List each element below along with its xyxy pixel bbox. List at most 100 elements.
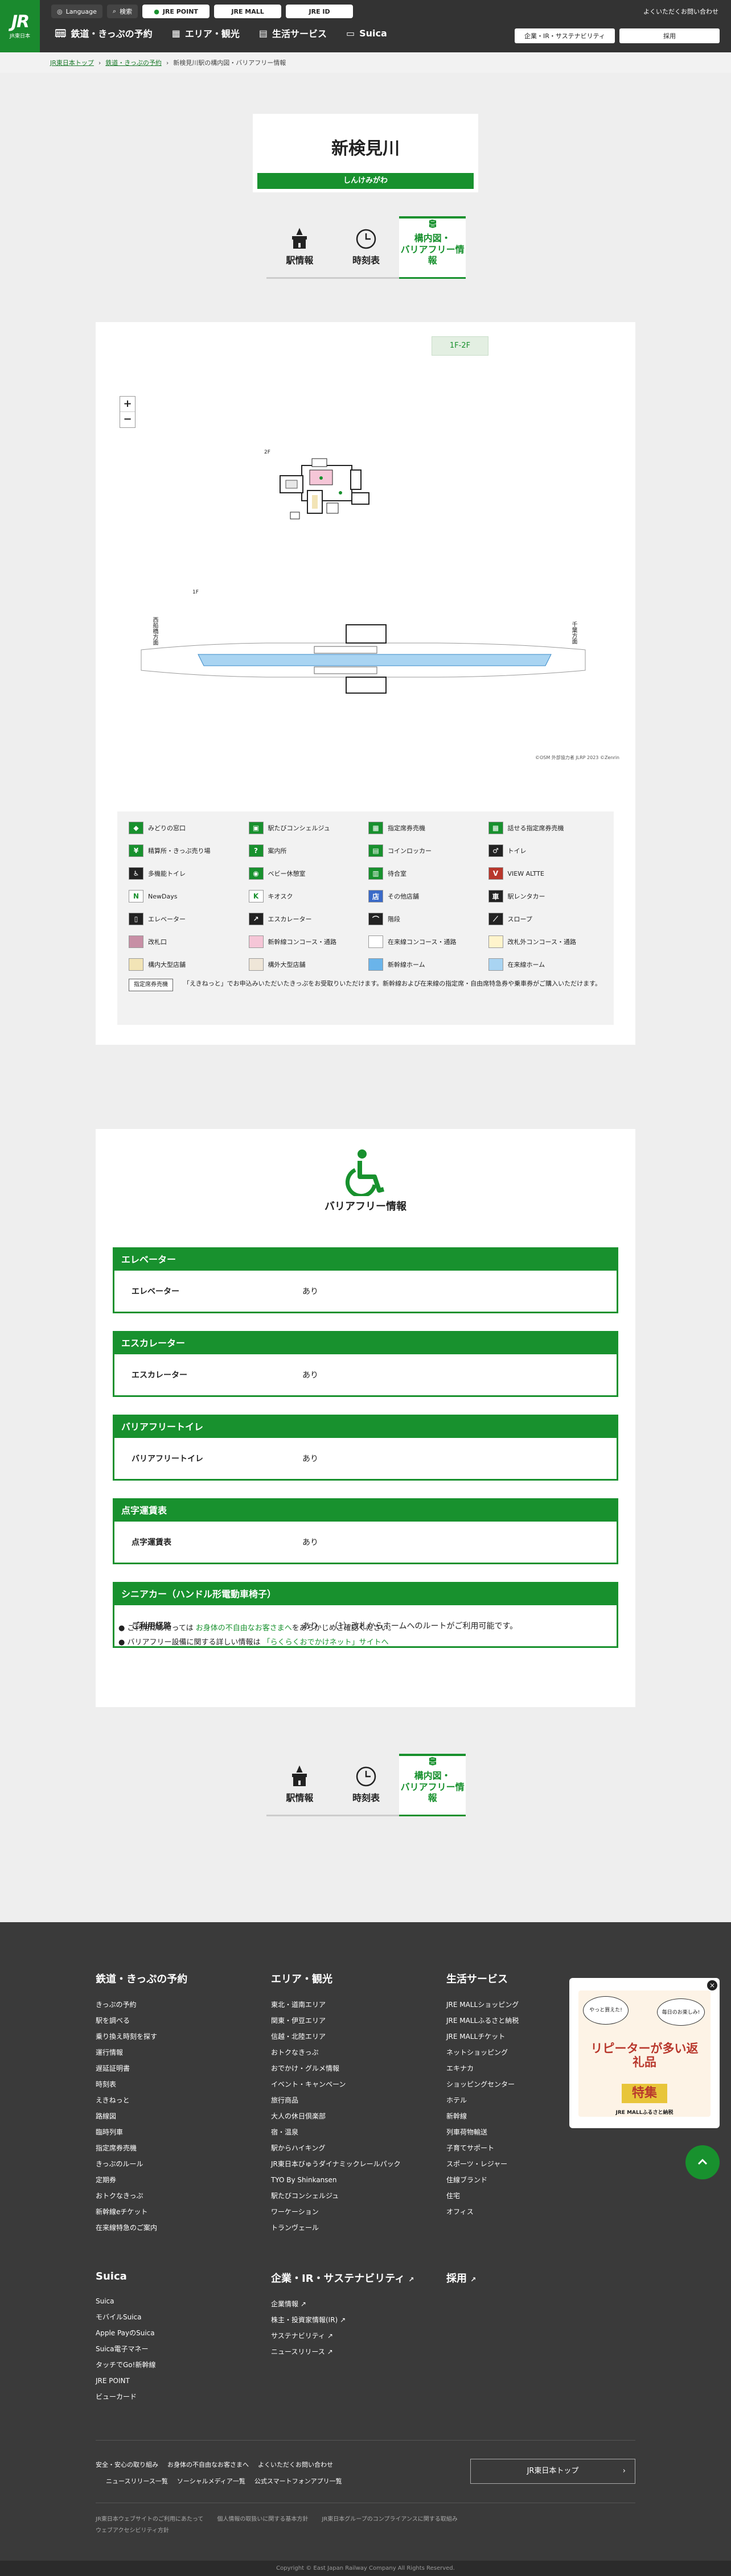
footer-recruit-title[interactable]: 採用 ↗ [446,2270,476,2285]
footer-link[interactable]: 信越・北陸エリア [271,2033,401,2041]
floating-ad-banner[interactable]: × やっと買えた! 毎日のお楽しみ! リピーターが多い返礼品 特集 JRE MA… [569,1978,720,2128]
footer-suica-title[interactable]: Suica [96,2270,155,2282]
scroll-top-button[interactable] [685,2145,720,2179]
jre-mall-button[interactable]: JRE MALL [214,5,282,18]
footer-link[interactable]: Apple PayのSuica [96,2329,155,2338]
footer-link[interactable]: 在来線特急のご案内 [96,2224,187,2232]
floor-button[interactable]: 1F-2F [432,336,488,356]
footer-link[interactable]: 駅たびコンシェルジュ [271,2192,401,2200]
footer-link[interactable]: 遅延証明書 [96,2064,187,2073]
footer-link[interactable]: おでかけ・グルメ情報 [271,2064,401,2073]
close-icon[interactable]: × [707,1980,717,1990]
footer-link[interactable]: イベント・キャンペーン [271,2080,401,2089]
language-button[interactable]: ◎ Language [51,5,102,18]
nav-life[interactable]: ▤ 生活サービス [259,26,327,40]
footer-bottom-link[interactable]: ニュースリリース一覧 [106,2476,168,2486]
tab-timetable[interactable]: 時刻表 [332,1754,400,1816]
footer-link[interactable]: 新幹線eチケット [96,2208,187,2216]
footer-link[interactable]: 路線図 [96,2112,187,2121]
footer-link[interactable]: ビューカード [96,2393,155,2401]
tab-map-barrierfree[interactable]: 構内図・ バリアフリー情報 [399,216,466,279]
footer-link[interactable]: 列車荷物輸送 [446,2128,519,2137]
footer-link[interactable]: サステナビリティ ↗ [271,2332,414,2340]
footer-link[interactable]: オフィス [446,2208,519,2216]
footer-link[interactable]: ネットショッピング [446,2049,519,2057]
footer-link[interactable]: 宿・温泉 [271,2128,401,2137]
footer-link[interactable]: モバイルSuica [96,2313,155,2322]
footer-link[interactable]: トランヴェール [271,2224,401,2232]
footer-link[interactable]: えきねっと [96,2096,187,2105]
footer-link[interactable]: きっぷのルール [96,2160,187,2169]
jre-id-button[interactable]: JRE ID [286,5,354,18]
footer-col-life-title[interactable]: 生活サービス [446,1971,519,1986]
recruit-button[interactable]: 採用 [619,28,720,43]
nav-area[interactable]: ▦ エリア・観光 [172,26,240,40]
footer-small-link[interactable]: 個人情報の取扱いに関する基本方針 [217,2514,308,2523]
corp-button[interactable]: 企業・IR・サステナビリティ [515,28,615,43]
footer-link[interactable]: 新幹線 [446,2112,519,2121]
footer-bottom-link[interactable]: ソーシャルメディア一覧 [177,2476,245,2486]
footer-top-button[interactable]: JR東日本トップ › [470,2459,635,2484]
footer-link[interactable]: ニュースリリース ↗ [271,2348,414,2356]
footer-link[interactable]: 株主・投資家情報(IR) ↗ [271,2316,414,2324]
tab-station-info[interactable]: 駅情報 [266,1754,333,1816]
jr-logo[interactable]: JR JR東日本 [0,0,40,52]
footer-bottom-link[interactable]: 公式スマートフォンアプリ一覧 [254,2476,342,2486]
footer-bottom-link[interactable]: お身体の不自由なお客さまへ [167,2460,249,2469]
footer-link[interactable]: Suica電子マネー [96,2345,155,2354]
footer-link[interactable]: 関東・伊豆エリア [271,2017,401,2025]
footer-link[interactable]: 指定席券売機 [96,2144,187,2153]
footer-link[interactable]: ショッピングセンター [446,2080,519,2089]
footer-link[interactable]: 子育てサポート [446,2144,519,2153]
note2-link[interactable]: 「らくらくおでかけネット」サイトへ [263,1638,389,1647]
footer-link[interactable]: 乗り換え時刻を探す [96,2033,187,2041]
search-button[interactable]: ⌕ 検索 [106,5,138,18]
footer-link[interactable]: 東北・道南エリア [271,2001,401,2009]
zoom-out-button[interactable]: − [120,412,135,427]
zoom-in-button[interactable]: + [120,397,135,412]
footer-link[interactable]: JR東日本びゅうダイナミックレールパック [271,2160,401,2169]
footer-link[interactable]: タッチでGo!新幹線 [96,2361,155,2369]
footer-link[interactable]: スポーツ・レジャー [446,2160,519,2169]
footer-link[interactable]: 運行情報 [96,2049,187,2057]
breadcrumb-rail[interactable]: 鉄道・きっぷの予約 [105,58,162,67]
footer-link[interactable]: 大人の休日倶楽部 [271,2112,401,2121]
footer-small-link[interactable]: JR東日本ウェブサイトのご利用にあたって [96,2514,203,2523]
footer-link[interactable]: 旅行商品 [271,2096,401,2105]
footer-link[interactable]: おトクなきっぷ [271,2049,401,2057]
footer-col-area-title[interactable]: エリア・観光 [271,1971,401,1986]
footer-bottom-link[interactable]: よくいただくお問い合わせ [258,2460,333,2469]
footer-corp-title[interactable]: 企業・IR・サステナビリティ ↗ [271,2270,414,2285]
footer-link[interactable]: Suica [96,2297,155,2306]
jre-point-button[interactable]: ● JRE POINT [142,5,210,18]
footer-link[interactable]: JRE MALLチケット [446,2033,519,2041]
footer-link[interactable]: 駅を調べる [96,2017,187,2025]
tab-station-info[interactable]: 駅情報 [266,216,333,279]
footer-link[interactable]: きっぷの予約 [96,2001,187,2009]
footer-link[interactable]: JRE MALLショッピング [446,2001,519,2009]
tab-map-barrierfree[interactable]: 構内図・ バリアフリー情報 [399,1754,466,1816]
footer-link[interactable]: 企業情報 ↗ [271,2300,414,2309]
station-floor-map[interactable] [118,436,613,755]
note1-link[interactable]: お身体の不自由なお客さまへ [196,1624,292,1633]
footer-link[interactable]: TYO By Shinkansen [271,2176,401,2185]
footer-link[interactable]: 臨時列車 [96,2128,187,2137]
footer-small-link[interactable]: JR東日本グループのコンプライアンスに関する取組み [322,2514,457,2523]
footer-col-rail-title[interactable]: 鉄道・きっぷの予約 [96,1971,187,1986]
footer-bottom-link[interactable]: 安全・安心の取り組み [96,2460,158,2469]
footer-link[interactable]: JRE POINT [96,2377,155,2385]
footer-link[interactable]: おトクなきっぷ [96,2192,187,2200]
nav-rail[interactable]: 🚃︎ 鉄道・きっぷの予約 [55,26,153,40]
nav-suica[interactable]: ▭ Suica [346,26,387,40]
footer-link[interactable]: JRE MALLふるさと納税 [446,2017,519,2025]
footer-link[interactable]: エキナカ [446,2064,519,2073]
footer-link[interactable]: 駅からハイキング [271,2144,401,2153]
tab-timetable[interactable]: 時刻表 [332,216,400,279]
footer-link[interactable]: 住宅 [446,2192,519,2200]
footer-link[interactable]: 時刻表 [96,2080,187,2089]
footer-small-link[interactable]: ウェブアクセシビリティ方針 [96,2525,169,2534]
breadcrumb-home[interactable]: JR東日本トップ [50,58,94,67]
footer-link[interactable]: ワーケーション [271,2208,401,2216]
footer-link[interactable]: 定期券 [96,2176,187,2185]
faq-link[interactable]: よくいただくお問い合わせ [643,7,718,16]
